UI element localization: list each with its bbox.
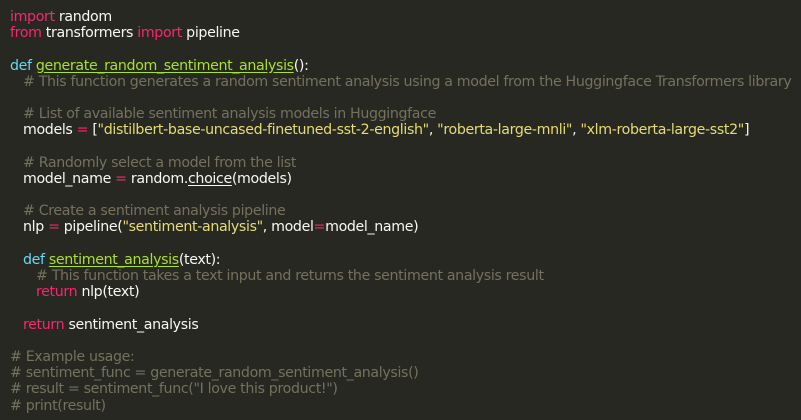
comment-line: # List of available sentiment analysis m…: [23, 106, 436, 123]
code-line-models: models = ["distilbert-base-uncased-finet…: [10, 122, 801, 138]
keyword: return: [23, 316, 65, 333]
function-name: generate_random_sentiment_analysis: [35, 57, 294, 74]
code-text: sentiment_analysis: [64, 316, 199, 333]
code-text: random: [54, 9, 112, 25]
code-text: [: [88, 122, 98, 139]
comment-line: # Example usage:: [10, 348, 135, 365]
code-line-def-inner: def sentiment_analysis(text):: [10, 252, 801, 268]
operator: =: [313, 219, 326, 236]
comment-line: # print(result): [10, 397, 106, 414]
code-line-return-inner: return nlp(text): [10, 284, 801, 300]
code-text: ]: [743, 122, 750, 139]
string-literal: "sentiment-analysis": [122, 219, 263, 236]
comment-line: # This function generates a random senti…: [23, 73, 792, 90]
code-text: transformers: [41, 25, 138, 42]
variable: models: [23, 122, 77, 139]
keyword: import: [137, 25, 182, 42]
operator: =: [76, 122, 89, 139]
code-text: (models): [231, 170, 292, 187]
keyword: def: [10, 57, 32, 74]
string-literal: "xlm-roberta-large-sst2": [580, 122, 744, 139]
comment-line: # Create a sentiment analysis pipeline: [23, 203, 286, 220]
variable: nlp: [23, 219, 49, 236]
keyword: return: [36, 284, 78, 301]
code-text: ,: [428, 122, 438, 139]
keyword: from: [10, 25, 42, 42]
keyword: def: [23, 251, 45, 268]
code-line-return-outer: return sentiment_analysis: [10, 317, 801, 333]
variable: model_name: [23, 170, 116, 187]
parameter: text: [184, 251, 211, 268]
operator: =: [48, 219, 60, 236]
string-literal: "distilbert-base-uncased-finetuned-sst-2…: [97, 122, 430, 139]
comment-line: # result = sentiment_func("I love this p…: [10, 381, 338, 398]
comment-line: # This function takes a text input and r…: [36, 268, 544, 284]
string-literal: "roberta-large-mnli": [437, 122, 573, 139]
comment-line: # Randomly select a model from the list: [23, 154, 297, 171]
code-text: ():: [293, 57, 309, 74]
code-line-nlp: nlp = pipeline("sentiment-analysis", mod…: [10, 219, 801, 235]
code-line-2: from transformers import pipeline: [10, 25, 801, 41]
code-line-model-name: model_name = random.choice(models): [10, 171, 801, 187]
method-call: choice: [187, 170, 232, 187]
code-text: , model: [262, 219, 314, 236]
code-text: random: [126, 170, 184, 187]
code-editor[interactable]: import random from transformers import p…: [0, 0, 801, 420]
operator: =: [115, 170, 127, 187]
code-line-1: import random: [10, 9, 801, 25]
function-name: sentiment_analysis: [48, 251, 179, 268]
code-text: ):: [210, 251, 221, 268]
code-text: model_name): [325, 219, 419, 236]
comment-line: # sentiment_func = generate_random_senti…: [10, 365, 419, 382]
keyword: import: [10, 9, 55, 25]
code-text: pipeline(: [59, 219, 123, 236]
code-line-def-outer: def generate_random_sentiment_analysis()…: [10, 58, 801, 74]
code-text: pipeline: [182, 25, 240, 42]
code-text: nlp(text): [77, 284, 140, 301]
